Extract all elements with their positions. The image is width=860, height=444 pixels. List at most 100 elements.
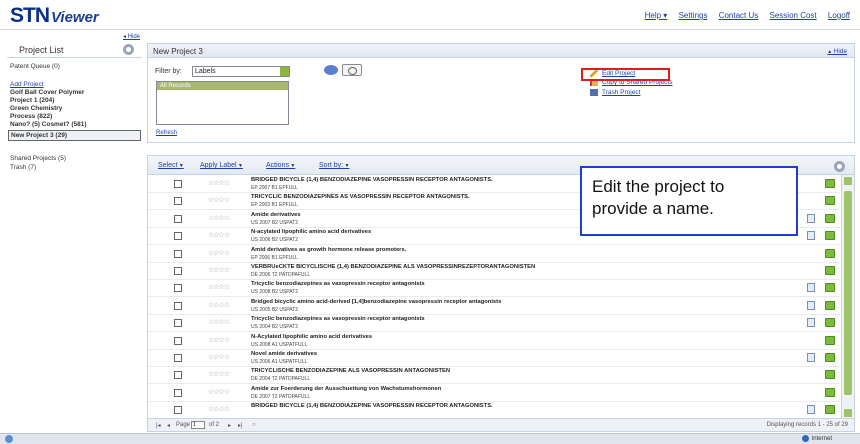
page-input[interactable]: 1 [191,421,205,429]
table-row[interactable]: ☆☆☆☆ Tricyclic benzodiazepines as vasopre… [148,314,840,333]
settings-link[interactable]: Settings [679,11,708,20]
rating-stars-icon[interactable]: ☆☆☆☆ [208,266,230,274]
grid-gear-icon[interactable] [834,161,845,172]
record-title[interactable]: TRICYCLIC BENZODIAZEPINES AS VASOPRESSIN… [251,194,470,200]
table-row[interactable]: ☆☆☆☆ Tricyclic benzodiazepines as vasopre… [148,279,840,298]
rating-stars-icon[interactable]: ☆☆☆☆ [208,405,230,413]
row-checkbox[interactable] [174,284,182,293]
prev-page-icon[interactable]: ◂ [167,422,170,429]
label-flag-icon[interactable] [825,353,835,362]
row-checkbox[interactable] [174,197,182,206]
table-row[interactable]: ☆☆☆☆ Amide zur Foerderung der Ausschuettu… [148,384,840,402]
filter-select[interactable]: Labels [192,66,290,77]
refresh-icon[interactable]: ○ [252,422,256,428]
label-flag-icon[interactable] [825,387,835,397]
full-text-icon[interactable] [807,405,815,415]
record-title[interactable]: TRICYCLISCHE BENZODIAZEPINE ALS VASOPRES… [251,368,450,374]
row-checkbox[interactable] [174,267,182,275]
row-checkbox[interactable] [174,180,182,188]
label-flag-icon[interactable] [825,335,835,345]
rating-stars-icon[interactable]: ☆☆☆☆ [208,353,230,361]
full-text-icon[interactable] [807,300,815,310]
project-list-item[interactable]: Process (822) [10,113,52,120]
rating-stars-icon[interactable]: ☆☆☆☆ [208,301,230,309]
table-row[interactable]: ☆☆☆☆ VERBRUeCKTE BICYCLISCHE (1,4) BENZOD… [148,262,840,280]
rating-stars-icon[interactable]: ☆☆☆☆ [208,214,230,222]
full-text-icon[interactable] [807,231,815,241]
record-title[interactable]: N-acylated lipophilic amino acid derivat… [251,229,371,235]
table-row[interactable]: ☆☆☆☆ Bridged bicyclic amino acid-derived … [148,297,840,315]
hide-left-link[interactable]: ◂ Hide [123,33,140,40]
row-checkbox[interactable] [174,319,182,328]
filter-search-icon[interactable] [342,64,362,76]
row-checkbox[interactable] [174,214,182,223]
next-page-icon[interactable]: ▸ [228,422,231,429]
row-checkbox[interactable] [174,336,182,345]
label-flag-icon[interactable] [825,266,835,275]
rating-stars-icon[interactable]: ☆☆☆☆ [208,283,230,291]
full-text-icon[interactable] [807,353,815,362]
session-cost-link[interactable]: Session Cost [770,11,817,20]
row-checkbox[interactable] [174,354,182,362]
label-flag-icon[interactable] [825,248,835,258]
record-title[interactable]: Amide zur Foerderung der Ausschuettung v… [251,386,441,392]
rating-stars-icon[interactable]: ☆☆☆☆ [208,196,230,204]
label-flag-icon[interactable] [825,179,835,188]
all-records-item[interactable]: All Records [157,82,288,90]
rating-stars-icon[interactable]: ☆☆☆☆ [208,249,230,257]
labels-list[interactable]: All Records [156,81,289,125]
full-text-icon[interactable] [807,213,815,223]
row-checkbox[interactable] [174,232,182,241]
record-title[interactable]: Tricyclic benzodiazepines as vasopressin… [251,281,425,287]
record-title[interactable]: Bridged bicyclic amino acid-derived [1,4… [251,299,501,305]
rating-stars-icon[interactable]: ☆☆☆☆ [208,336,230,344]
help-link[interactable]: Help ▾ [645,11,668,20]
label-flag-icon[interactable] [825,370,835,380]
table-row[interactable]: ☆☆☆☆ N-Acylated lipophilic amino acid der… [148,332,840,350]
label-flag-icon[interactable] [825,196,835,206]
row-checkbox[interactable] [174,301,182,310]
select-menu[interactable]: Select [158,162,184,169]
record-title[interactable]: BRIDGED BICYCLE (1,4) BENZODIAZEPINE VAS… [251,403,493,409]
project-list-item[interactable]: Add Project [10,81,44,88]
contact-us-link[interactable]: Contact Us [719,11,759,20]
sort-by-menu[interactable]: Sort by: [319,162,349,169]
gear-icon[interactable] [123,44,134,55]
rating-stars-icon[interactable]: ☆☆☆☆ [208,231,230,239]
record-title[interactable]: Novel amide derivatives [251,351,317,357]
rating-stars-icon[interactable]: ☆☆☆☆ [208,318,230,326]
full-text-icon[interactable] [807,283,815,293]
project-list-item[interactable]: New Project 3 (29) [8,130,141,141]
first-page-icon[interactable]: |◂ [156,422,161,429]
trash-project-link[interactable]: Trash Project [590,89,640,96]
label-flag-icon[interactable] [825,231,835,241]
project-list-item[interactable]: Shared Projects (5) [10,155,66,162]
filter-go-icon[interactable] [324,65,338,75]
actions-menu[interactable]: Actions [266,162,295,169]
table-row[interactable]: ☆☆☆☆ TRICYCLISCHE BENZODIAZEPINE ALS VASO… [148,366,840,385]
project-list-item[interactable]: Trash (7) [10,164,36,171]
row-checkbox[interactable] [174,371,182,380]
refresh-link[interactable]: Refresh [156,130,177,136]
last-page-icon[interactable]: ▸| [238,422,243,429]
project-list-item[interactable]: Project 1 (204) [10,97,54,104]
scroll-thumb[interactable] [844,191,852,395]
hide-right-link[interactable]: Hide [827,48,847,55]
project-list-item[interactable]: Nano? (5) Cosmet? (581) [10,121,87,128]
record-title[interactable]: Amide derivatives [251,212,301,218]
record-title[interactable]: Amid derivatives as growth hormone relea… [251,247,406,253]
rating-stars-icon[interactable]: ☆☆☆☆ [208,388,230,396]
row-checkbox[interactable] [174,406,182,415]
table-row[interactable]: ☆☆☆☆ Novel amide derivatives US 2006 A1 US… [148,349,840,367]
row-checkbox[interactable] [174,388,182,397]
record-title[interactable]: BRIDGED BICYCLE (1,4) BENZODIAZEPINE VAS… [251,177,493,183]
scroll-down-icon[interactable] [844,409,852,417]
rating-stars-icon[interactable]: ☆☆☆☆ [208,179,230,187]
label-flag-icon[interactable] [825,405,835,415]
rating-stars-icon[interactable]: ☆☆☆☆ [208,370,230,378]
scroll-up-icon[interactable] [844,177,852,185]
apply-label-menu[interactable]: Apply Label [200,162,243,169]
project-list-item[interactable]: Green Chemistry [10,105,62,112]
logoff-link[interactable]: Logoff [828,11,850,20]
record-title[interactable]: Tricyclic benzodiazepines as vasopressin… [251,316,425,322]
